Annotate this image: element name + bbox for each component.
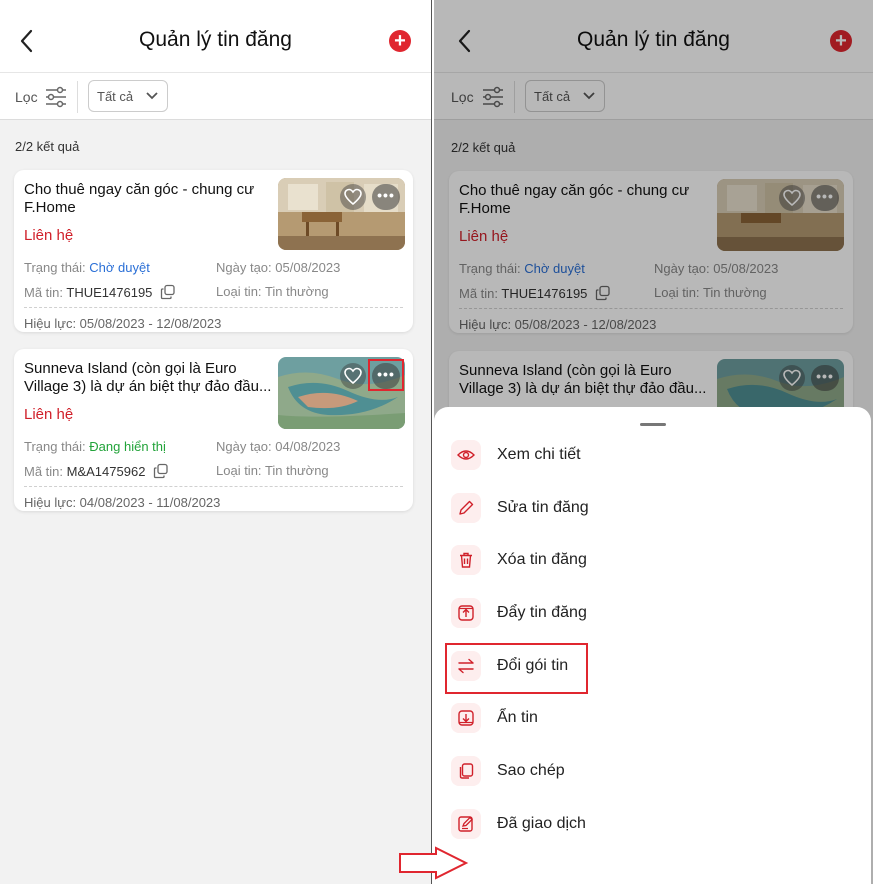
- listing-title-line2: F.Home: [24, 199, 76, 216]
- add-listing-button[interactable]: +: [389, 30, 411, 52]
- status-badge: Chờ duyệt: [89, 260, 150, 275]
- results-count: 2/2 kết quả: [15, 139, 80, 154]
- created-date-field: Ngày tạo: 05/08/2023: [216, 260, 341, 275]
- listing-type-field: Loại tin: Tin thường: [216, 463, 329, 478]
- pencil-icon: [451, 493, 481, 523]
- menu-item-mark-traded[interactable]: Đã giao dịch: [450, 807, 840, 843]
- listing-thumbnail[interactable]: •••: [278, 178, 405, 250]
- menu-item-label: Sao chép: [497, 762, 565, 779]
- filter-label[interactable]: Lọc: [15, 89, 38, 105]
- trash-icon: [451, 545, 481, 575]
- eye-icon: [451, 440, 481, 470]
- action-bottom-sheet: Xem chi tiết Sửa tin đăng Xóa tin đăng Đ…: [434, 407, 871, 884]
- listing-title[interactable]: Sunneva Island (còn gọi là Euro Village …: [24, 360, 278, 396]
- listing-title[interactable]: Cho thuê ngay căn góc - chung cư F.Home: [24, 181, 278, 217]
- favorite-button[interactable]: [340, 184, 366, 210]
- menu-item-hide[interactable]: Ẩn tin: [450, 701, 840, 737]
- edit-note-icon: [451, 809, 481, 839]
- validity-period: Hiệu lực: 05/08/2023 - 12/08/2023: [24, 316, 222, 331]
- menu-item-label: Đẩy tin đăng: [497, 604, 587, 621]
- favorite-button[interactable]: [340, 363, 366, 389]
- status-select[interactable]: Tất cả: [88, 80, 168, 112]
- menu-item-label: Đã giao dịch: [497, 815, 586, 832]
- card-divider: [24, 486, 403, 487]
- menu-item-push[interactable]: Đẩy tin đăng: [450, 596, 840, 632]
- menu-item-label: Xóa tin đăng: [497, 551, 587, 568]
- listing-card[interactable]: Sunneva Island (còn gọi là Euro Village …: [14, 349, 413, 511]
- menu-item-edit[interactable]: Sửa tin đăng: [450, 491, 840, 527]
- status-field: Trạng thái: Đang hiển thị: [24, 439, 166, 454]
- menu-item-label: Ẩn tin: [497, 709, 538, 726]
- page-title: Quản lý tin đăng: [139, 28, 292, 51]
- listing-title-line2: Village 3) là dự án biệt thự đảo đầu...: [24, 378, 272, 395]
- filter-bar: Lọc Tất cả: [0, 72, 431, 120]
- heart-icon: [344, 188, 362, 206]
- listing-screen: Quản lý tin đăng + Lọc Tất cả 2/2 kết qu…: [0, 0, 431, 884]
- highlight-more-options: [368, 359, 404, 391]
- card-divider: [24, 307, 403, 308]
- status-badge: Đang hiển thị: [89, 439, 166, 454]
- chevron-down-icon: [146, 92, 158, 100]
- menu-item-label: Xem chi tiết: [497, 446, 581, 463]
- listing-title-line1: Sunneva Island (còn gọi là Euro: [24, 360, 237, 377]
- filter-divider: [77, 81, 78, 113]
- listing-code-field: Mã tin: M&A1475962: [24, 463, 169, 479]
- heart-icon: [344, 367, 362, 385]
- listing-code-field: Mã tin: THUE1476195: [24, 284, 176, 300]
- created-date-field: Ngày tạo: 04/08/2023: [216, 439, 341, 454]
- listing-card[interactable]: Cho thuê ngay căn góc - chung cư F.Home …: [14, 170, 413, 332]
- copy-icon[interactable]: [153, 463, 169, 479]
- copy-icon: [451, 756, 481, 786]
- status-select-value: Tất cả: [97, 89, 134, 104]
- more-options-button[interactable]: •••: [372, 184, 400, 210]
- highlight-change-package: [445, 643, 588, 694]
- sliders-icon[interactable]: [44, 85, 68, 109]
- validity-period: Hiệu lực: 04/08/2023 - 11/08/2023: [24, 495, 221, 510]
- push-up-icon: [451, 598, 481, 628]
- menu-item-label: Sửa tin đăng: [497, 499, 589, 516]
- app-header: Quản lý tin đăng +: [0, 0, 431, 72]
- listing-price: Liên hệ: [24, 406, 74, 423]
- listing-screen-with-menu: Quản lý tin đăng + Lọc Tất cả 2/2 kết qu…: [434, 0, 873, 884]
- copy-icon[interactable]: [160, 284, 176, 300]
- sheet-drag-handle[interactable]: [640, 423, 666, 426]
- listing-title-line1: Cho thuê ngay căn góc - chung cư: [24, 181, 255, 198]
- menu-item-view-details[interactable]: Xem chi tiết: [450, 438, 840, 474]
- status-field: Trạng thái: Chờ duyệt: [24, 260, 150, 275]
- transition-arrow-icon: [399, 846, 469, 880]
- menu-item-delete[interactable]: Xóa tin đăng: [450, 543, 840, 579]
- menu-item-duplicate[interactable]: Sao chép: [450, 754, 840, 790]
- hide-icon: [451, 703, 481, 733]
- listing-type-field: Loại tin: Tin thường: [216, 284, 329, 299]
- listing-price: Liên hệ: [24, 227, 74, 244]
